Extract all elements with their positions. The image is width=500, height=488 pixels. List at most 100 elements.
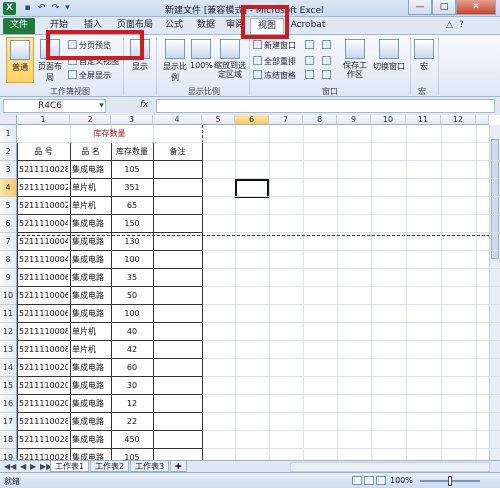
row-header[interactable]: 15 bbox=[0, 377, 17, 395]
table-cell[interactable] bbox=[155, 305, 200, 323]
table-cell[interactable]: 集成电路 bbox=[72, 449, 109, 460]
column-header[interactable] bbox=[476, 115, 489, 125]
table-cell[interactable]: 单片机 bbox=[72, 197, 109, 215]
table-cell[interactable] bbox=[155, 251, 200, 269]
table-cell[interactable]: 集成电路 bbox=[72, 431, 109, 449]
table-cell[interactable]: 5211110002 bbox=[19, 179, 68, 197]
table-cell[interactable]: 5211110008 bbox=[19, 323, 68, 341]
save-workspace-button[interactable]: 保存工作区 bbox=[340, 37, 370, 83]
row-header[interactable]: 4 bbox=[0, 179, 17, 197]
row-header[interactable]: 7 bbox=[0, 233, 17, 251]
table-cell[interactable] bbox=[155, 197, 200, 215]
tab-file[interactable]: 文件 bbox=[3, 18, 35, 34]
table-cell[interactable] bbox=[155, 215, 200, 233]
table-cell[interactable] bbox=[155, 287, 200, 305]
table-cell[interactable]: 60 bbox=[113, 359, 151, 377]
page-layout-status-icon[interactable] bbox=[364, 476, 374, 485]
qat-dropdown-icon[interactable]: ▾ bbox=[62, 3, 73, 14]
next-sheet-icon[interactable]: ▶ bbox=[30, 462, 36, 471]
maximize-button[interactable]: □ bbox=[432, 0, 456, 15]
table-cell[interactable]: 集成电路 bbox=[72, 233, 109, 251]
vertical-scrollbar[interactable] bbox=[489, 125, 500, 460]
table-cell[interactable]: 5211110028 bbox=[19, 431, 68, 449]
select-all-corner[interactable] bbox=[0, 115, 17, 125]
table-cell[interactable] bbox=[155, 395, 200, 413]
table-cell[interactable]: 单片机 bbox=[72, 179, 109, 197]
zoom-100-button[interactable]: 100% bbox=[190, 37, 213, 83]
table-cell[interactable]: 12 bbox=[113, 395, 151, 413]
column-header[interactable]: 5 bbox=[202, 115, 235, 125]
tab-data[interactable]: 数据 bbox=[192, 18, 220, 34]
row-header[interactable]: 17 bbox=[0, 413, 17, 431]
row-header[interactable]: 19 bbox=[0, 449, 17, 460]
column-header[interactable]: 7 bbox=[269, 115, 303, 125]
reset-position-button[interactable] bbox=[322, 70, 333, 82]
new-window-button[interactable]: 新建窗口 bbox=[253, 40, 296, 52]
table-cell[interactable]: 40 bbox=[113, 323, 151, 341]
zoom-slider-thumb[interactable] bbox=[448, 476, 452, 486]
table-cell[interactable]: 50 bbox=[113, 287, 151, 305]
table-cell[interactable] bbox=[155, 269, 200, 287]
prev-sheet-icon[interactable]: ◀ bbox=[20, 462, 26, 471]
column-header[interactable]: 8 bbox=[303, 115, 337, 125]
table-cell[interactable]: 5211110002 bbox=[19, 197, 68, 215]
table-cell[interactable]: 150 bbox=[113, 215, 151, 233]
table-cell[interactable]: 单片机 bbox=[72, 323, 109, 341]
table-cell[interactable]: 5211110004 bbox=[19, 215, 68, 233]
table-cell[interactable] bbox=[155, 179, 200, 197]
column-header[interactable]: 9 bbox=[337, 115, 371, 125]
macros-button[interactable]: 宏 bbox=[414, 37, 434, 83]
sync-scroll-button[interactable] bbox=[322, 56, 333, 68]
table-cell[interactable]: 5211110020 bbox=[19, 377, 68, 395]
row-header[interactable]: 9 bbox=[0, 269, 17, 287]
spreadsheet-grid[interactable]: 1 2 3 4 5 6 7 8 9 10 11 12 1 2 3 4 5 6 7 8 9 10 11… bbox=[0, 115, 500, 460]
switch-windows-button[interactable]: 切换窗口 bbox=[372, 37, 406, 83]
split-button[interactable] bbox=[305, 40, 316, 52]
name-box-dropdown-icon[interactable]: ▾ bbox=[96, 101, 107, 112]
table-cell[interactable]: 单片机 bbox=[72, 341, 109, 359]
table-cell[interactable]: 5211110006 bbox=[19, 287, 68, 305]
table-cell[interactable]: 5211110008 bbox=[19, 341, 68, 359]
table-header-cell[interactable]: 品 号 bbox=[17, 143, 70, 161]
sheet-tab[interactable]: 工作表2 bbox=[90, 461, 130, 472]
row-header[interactable]: 3 bbox=[0, 161, 17, 179]
table-cell[interactable] bbox=[155, 449, 200, 460]
name-box[interactable]: R4C6 bbox=[3, 99, 106, 113]
column-header[interactable]: 2 bbox=[70, 115, 111, 125]
minimize-ribbon-icon[interactable]: △ bbox=[444, 20, 455, 31]
table-cell[interactable]: 65 bbox=[113, 197, 151, 215]
table-cell[interactable]: 5211110006 bbox=[19, 305, 68, 323]
arrange-all-button[interactable]: 全部重排 bbox=[253, 56, 296, 68]
first-sheet-icon[interactable]: ◀◀ bbox=[4, 462, 16, 471]
column-header[interactable]: 11 bbox=[406, 115, 441, 125]
table-cell[interactable]: 105 bbox=[113, 449, 151, 460]
horizontal-scrollbar[interactable] bbox=[290, 462, 490, 472]
excel-app-icon[interactable]: X bbox=[3, 2, 16, 15]
row-header[interactable]: 16 bbox=[0, 395, 17, 413]
fx-icon[interactable]: fx bbox=[140, 100, 149, 110]
table-header-cell[interactable]: 库存数量 bbox=[111, 143, 153, 161]
column-header[interactable]: 12 bbox=[441, 115, 476, 125]
table-cell[interactable] bbox=[155, 431, 200, 449]
row-header[interactable]: 12 bbox=[0, 323, 17, 341]
row-header[interactable]: 5 bbox=[0, 197, 17, 215]
table-cell[interactable]: 集成电路 bbox=[72, 287, 109, 305]
zoom-level[interactable]: 100% bbox=[390, 476, 413, 485]
sheet-tab[interactable]: 工作表3 bbox=[130, 461, 170, 472]
freeze-panes-button[interactable]: 冻结窗格 bbox=[253, 70, 296, 82]
formula-input[interactable] bbox=[156, 99, 495, 113]
table-cell[interactable]: 集成电路 bbox=[72, 269, 109, 287]
table-cell[interactable]: 42 bbox=[113, 341, 151, 359]
table-cell[interactable]: 30 bbox=[113, 377, 151, 395]
normal-view-status-icon[interactable] bbox=[352, 476, 362, 485]
column-header[interactable]: 10 bbox=[371, 115, 406, 125]
column-header[interactable]: 4 bbox=[153, 115, 202, 125]
row-header[interactable]: 10 bbox=[0, 287, 17, 305]
column-header[interactable]: 3 bbox=[111, 115, 153, 125]
table-cell[interactable]: 集成电路 bbox=[72, 305, 109, 323]
hide-button[interactable] bbox=[305, 56, 316, 68]
insert-sheet-icon[interactable]: ✚ bbox=[170, 461, 187, 472]
column-header[interactable]: 6 bbox=[235, 115, 269, 125]
save-icon[interactable]: ▪ bbox=[22, 3, 33, 14]
tab-acrobat[interactable]: Acrobat bbox=[288, 18, 328, 34]
